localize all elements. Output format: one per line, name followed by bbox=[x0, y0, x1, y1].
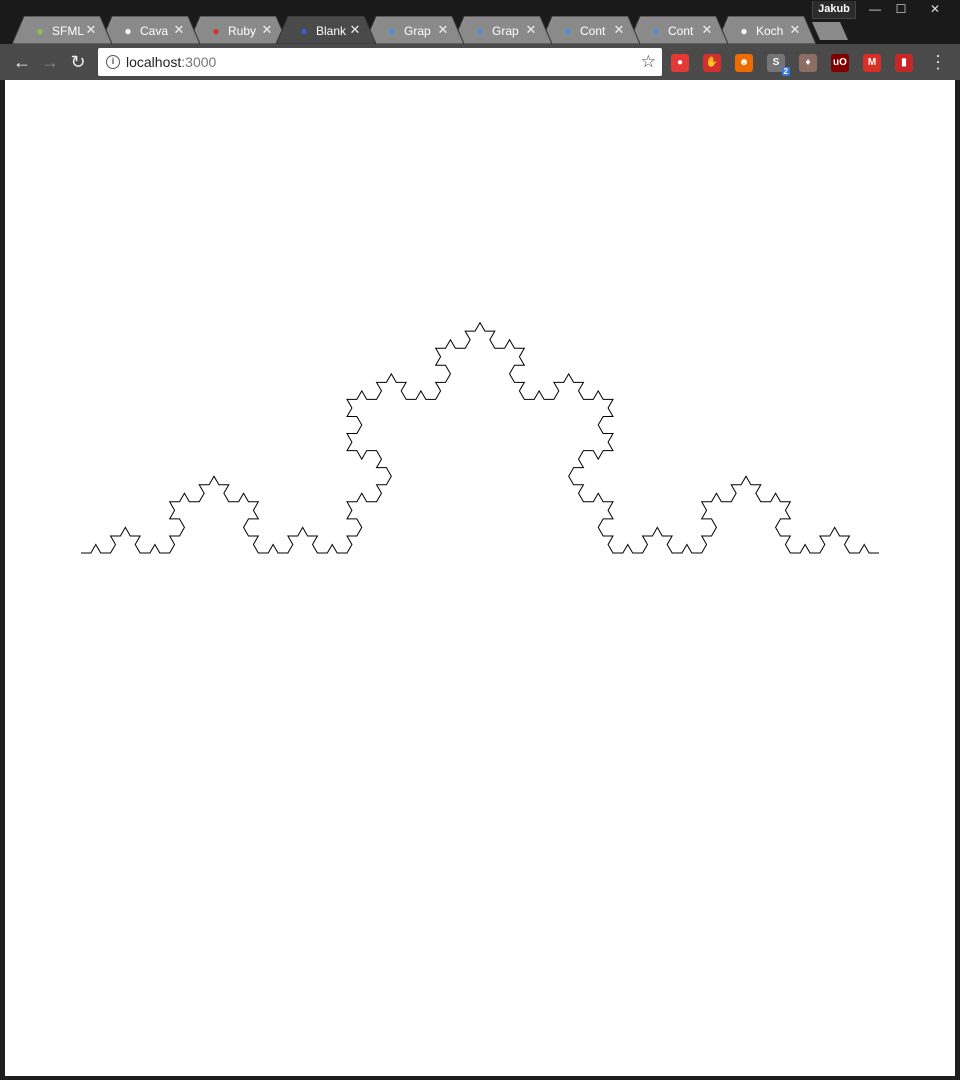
title-bar: Jakub — ☐ ✕ ● SFML ✕ ● Cava ✕ ● Ruby ✕ ● Blank ✕ ● Gr… bbox=[0, 0, 960, 44]
close-tab-icon[interactable]: ✕ bbox=[348, 22, 362, 38]
close-tab-icon[interactable]: ✕ bbox=[524, 22, 538, 38]
url-port: :3000 bbox=[181, 54, 217, 70]
address-bar[interactable]: i localhost:3000 ☆ bbox=[98, 48, 662, 76]
gmail-extension-icon[interactable]: M bbox=[863, 54, 881, 72]
reload-button[interactable]: ↻ bbox=[66, 50, 90, 74]
tab-title: Grap bbox=[404, 24, 431, 38]
tab-5[interactable]: ● Grap ✕ bbox=[452, 16, 552, 44]
tab-title: Koch bbox=[756, 24, 784, 38]
tab-3[interactable]: ● Blank ✕ bbox=[276, 16, 376, 44]
extension-badge: 2 bbox=[781, 67, 790, 76]
tab-0[interactable]: ● SFML ✕ bbox=[12, 16, 112, 44]
tab-title: Cont bbox=[580, 24, 606, 38]
close-tab-icon[interactable]: ✕ bbox=[612, 22, 626, 38]
tab-title: SFML bbox=[52, 24, 84, 38]
forward-button[interactable]: → bbox=[38, 50, 62, 74]
github-icon: ● bbox=[124, 24, 132, 38]
sfml-power-icon: ● bbox=[36, 24, 44, 38]
browser-window: Jakub — ☐ ✕ ● SFML ✕ ● Cava ✕ ● Ruby ✕ ● Blank ✕ ● Gr… bbox=[0, 0, 960, 1080]
tab-title: Blank bbox=[316, 24, 347, 38]
close-tab-icon[interactable]: ✕ bbox=[84, 22, 98, 38]
close-tab-icon[interactable]: ✕ bbox=[172, 22, 186, 38]
chrome-menu-button[interactable]: ⋮ bbox=[928, 52, 948, 72]
profile-button[interactable]: Jakub bbox=[812, 1, 856, 19]
tab-2[interactable]: ● Ruby ✕ bbox=[188, 16, 288, 44]
graphql-chevron-icon: ● bbox=[564, 24, 572, 38]
blank-app-icon: ● bbox=[300, 24, 308, 38]
close-tab-icon[interactable]: ✕ bbox=[436, 22, 450, 38]
graphql-chevron-icon: ● bbox=[476, 24, 484, 38]
tab-6[interactable]: ● Cont ✕ bbox=[540, 16, 640, 44]
ublock-extension-icon[interactable]: uO bbox=[831, 54, 849, 72]
book-extension-icon[interactable]: ▮ bbox=[895, 54, 913, 72]
new-tab-button[interactable] bbox=[812, 22, 848, 40]
tab-title: Ruby bbox=[228, 24, 257, 38]
close-tab-icon[interactable]: ✕ bbox=[700, 22, 714, 38]
cow-extension-icon[interactable]: ♦ bbox=[799, 54, 817, 72]
graphql-chevron-icon: ● bbox=[652, 24, 660, 38]
tab-title: Cont bbox=[668, 24, 694, 38]
s-extension-icon[interactable]: S2 bbox=[767, 54, 790, 76]
maximize-button[interactable]: ☐ bbox=[890, 0, 912, 18]
bookmark-star-icon[interactable]: ☆ bbox=[641, 52, 656, 72]
browser-toolbar: ← → ↻ i localhost:3000 ☆ ● ✋ ☻ S 2 ♦ uO M ▮ ⋮ bbox=[0, 44, 960, 80]
page-content bbox=[5, 80, 955, 1076]
back-button[interactable]: ← bbox=[10, 50, 34, 74]
graphql-chevron-icon: ● bbox=[388, 24, 396, 38]
close-window-button[interactable]: ✕ bbox=[920, 0, 950, 18]
adblock-extension-icon[interactable]: ✋ bbox=[703, 54, 721, 72]
koch-curve-path bbox=[81, 321, 879, 554]
info-icon[interactable]: i bbox=[106, 55, 120, 69]
tab-7[interactable]: ● Cont ✕ bbox=[628, 16, 728, 44]
url-host: localhost bbox=[126, 54, 182, 70]
close-tab-icon[interactable]: ✕ bbox=[260, 22, 274, 38]
tab-title: Cava bbox=[140, 24, 169, 38]
wikipedia-icon: ● bbox=[740, 24, 748, 38]
tab-title: Grap bbox=[492, 24, 519, 38]
tab-4[interactable]: ● Grap ✕ bbox=[364, 16, 464, 44]
tab-1[interactable]: ● Cava ✕ bbox=[100, 16, 200, 44]
close-tab-icon[interactable]: ✕ bbox=[788, 22, 802, 38]
ruby-icon: ● bbox=[212, 24, 220, 38]
tomato-extension-icon[interactable]: ● bbox=[671, 54, 689, 72]
url-text[interactable]: localhost:3000 bbox=[126, 54, 216, 70]
koch-curve bbox=[81, 321, 879, 554]
tab-8[interactable]: ● Koch ✕ bbox=[716, 16, 816, 44]
minimize-button[interactable]: — bbox=[864, 0, 886, 18]
fox-extension-icon[interactable]: ☻ bbox=[735, 54, 753, 72]
